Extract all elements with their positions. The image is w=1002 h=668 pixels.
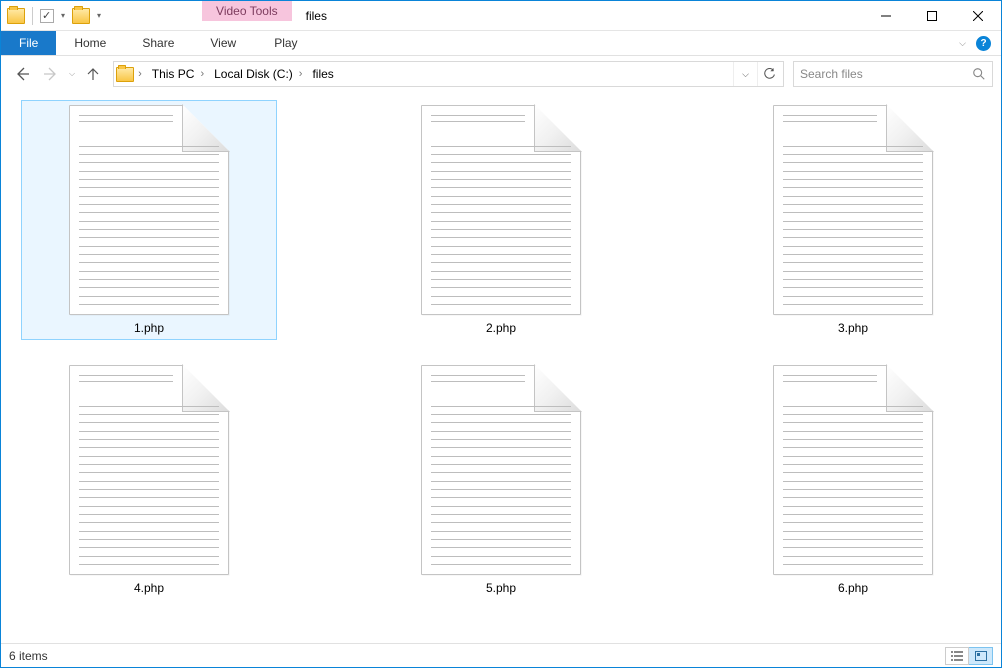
navigation-bar: ⌵ › This PC › Local Disk (C:) › files ⌵ … xyxy=(1,56,1001,92)
file-item[interactable]: 1.php xyxy=(21,100,277,340)
properties-qat-button[interactable]: ✓ xyxy=(40,9,54,23)
large-icons-view-icon xyxy=(975,651,987,661)
file-item[interactable]: 6.php xyxy=(725,360,981,600)
refresh-button[interactable] xyxy=(757,62,781,86)
new-folder-qat-button[interactable] xyxy=(72,8,90,24)
status-bar: 6 items xyxy=(1,643,1001,667)
file-name-label: 1.php xyxy=(134,321,164,335)
breadcrumb-drive[interactable]: Local Disk (C:) xyxy=(210,62,297,86)
file-item[interactable]: 4.php xyxy=(21,360,277,600)
maximize-button[interactable] xyxy=(909,1,955,30)
details-view-icon xyxy=(951,651,963,661)
address-bar[interactable]: › This PC › Local Disk (C:) › files ⌵ xyxy=(113,61,784,87)
qat-customize-chevron-icon[interactable]: ▾ xyxy=(94,11,104,20)
breadcrumb-this-pc[interactable]: This PC xyxy=(148,62,199,86)
chevron-down-icon: ⌵ xyxy=(742,69,749,80)
file-item[interactable]: 3.php xyxy=(725,100,981,340)
window-controls xyxy=(863,1,1001,30)
file-name-label: 2.php xyxy=(486,321,516,335)
file-grid: 1.php 2.php 3.php 4.php 5.php 6.php xyxy=(11,100,991,600)
tab-share[interactable]: Share xyxy=(124,31,192,55)
text-file-icon xyxy=(421,365,581,575)
separator xyxy=(32,7,33,25)
text-file-icon xyxy=(773,105,933,315)
close-icon xyxy=(973,11,983,21)
help-icon[interactable]: ? xyxy=(976,36,991,51)
chevron-down-icon[interactable]: ▾ xyxy=(58,11,68,20)
item-count-label: 6 items xyxy=(9,649,48,663)
file-item[interactable]: 5.php xyxy=(373,360,629,600)
text-file-icon xyxy=(421,105,581,315)
file-tab[interactable]: File xyxy=(1,31,56,55)
titlebar: ✓ ▾ ▾ Video Tools files xyxy=(1,1,1001,31)
text-file-icon xyxy=(773,365,933,575)
file-name-label: 6.php xyxy=(838,581,868,595)
text-file-icon xyxy=(69,105,229,315)
minimize-icon xyxy=(881,11,891,21)
tab-play[interactable]: Play xyxy=(254,31,317,55)
arrow-right-icon xyxy=(43,66,59,82)
close-button[interactable] xyxy=(955,1,1001,30)
ribbon-collapse-chevron-icon[interactable]: ⌵ xyxy=(959,38,966,49)
check-icon: ✓ xyxy=(42,9,51,22)
tab-view[interactable]: View xyxy=(192,31,254,55)
details-view-button[interactable] xyxy=(945,647,969,665)
chevron-right-icon[interactable]: › xyxy=(138,68,146,80)
text-file-icon xyxy=(69,365,229,575)
file-list-pane[interactable]: 1.php 2.php 3.php 4.php 5.php 6.php xyxy=(1,92,1001,643)
explorer-window: ✓ ▾ ▾ Video Tools files File Home Share … xyxy=(0,0,1002,668)
ribbon-right-controls: ⌵ ? xyxy=(959,31,1001,55)
folder-icon[interactable] xyxy=(7,8,25,24)
chevron-right-icon[interactable]: › xyxy=(299,68,307,80)
nav-history-chevron-icon[interactable]: ⌵ xyxy=(67,69,77,79)
contextual-tab-label: Video Tools xyxy=(202,1,292,21)
window-title: files xyxy=(292,1,327,30)
large-icons-view-button[interactable] xyxy=(969,647,993,665)
file-name-label: 4.php xyxy=(134,581,164,595)
nav-up-button[interactable] xyxy=(80,61,106,87)
quick-access-toolbar: ✓ ▾ ▾ xyxy=(1,1,110,30)
search-icon xyxy=(972,67,986,81)
chevron-right-icon[interactable]: › xyxy=(200,68,208,80)
breadcrumb-folder[interactable]: files xyxy=(308,62,337,86)
file-name-label: 5.php xyxy=(486,581,516,595)
arrow-up-icon xyxy=(86,67,100,81)
contextual-tab-header: Video Tools xyxy=(202,1,292,30)
ribbon-tabs: File Home Share View Play ⌵ ? xyxy=(1,31,1001,56)
file-name-label: 3.php xyxy=(838,321,868,335)
address-history-dropdown[interactable]: ⌵ xyxy=(733,62,757,86)
folder-icon xyxy=(116,67,134,82)
search-input[interactable]: Search files xyxy=(793,61,993,87)
minimize-button[interactable] xyxy=(863,1,909,30)
refresh-icon xyxy=(763,68,776,81)
maximize-icon xyxy=(927,11,937,21)
file-item[interactable]: 2.php xyxy=(373,100,629,340)
view-mode-switcher xyxy=(945,647,993,665)
search-placeholder: Search files xyxy=(800,67,972,81)
tab-home[interactable]: Home xyxy=(56,31,124,55)
nav-forward-button[interactable] xyxy=(38,61,64,87)
arrow-left-icon xyxy=(14,66,30,82)
nav-back-button[interactable] xyxy=(9,61,35,87)
